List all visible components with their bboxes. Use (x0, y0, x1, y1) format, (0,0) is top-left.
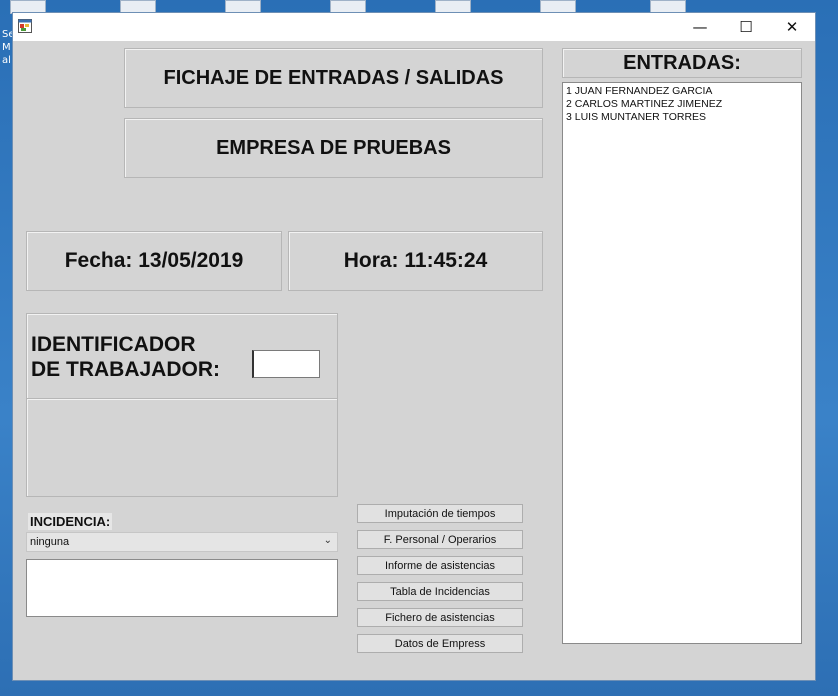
entries-header: ENTRADAS: (562, 48, 802, 78)
worker-id-label-line1: IDENTIFICADOR (31, 333, 196, 356)
worker-id-label: IDENTIFICADOR DE TRABAJADOR: (31, 332, 220, 382)
fichero-asistencias-button[interactable]: Fichero de asistencias (357, 608, 523, 627)
worker-id-input[interactable] (252, 350, 320, 378)
entries-list[interactable]: 1 JUAN FERNANDEZ GARCIA 2 CARLOS MARTINE… (562, 82, 802, 644)
title-bar[interactable]: — ☐ ✕ (13, 13, 815, 41)
close-button[interactable]: ✕ (769, 13, 815, 41)
list-item[interactable]: 3 LUIS MUNTANER TORRES (566, 111, 798, 124)
company-panel: EMPRESA DE PRUEBAS (124, 118, 543, 178)
chevron-down-icon[interactable]: ⌄ (324, 535, 332, 546)
time-panel: Hora: 11:45:24 (288, 231, 543, 291)
company-name: EMPRESA DE PRUEBAS (216, 136, 451, 159)
personal-operarios-button[interactable]: F. Personal / Operarios (357, 530, 523, 549)
incidence-select[interactable]: ninguna ⌄ (26, 532, 338, 552)
incidence-notes-textarea[interactable] (26, 559, 338, 617)
worker-info-panel (26, 398, 338, 497)
datos-empresa-button[interactable]: Datos de Empress (357, 634, 523, 653)
date-text: Fecha: 13/05/2019 (64, 249, 244, 272)
app-title-panel: FICHAJE DE ENTRADAS / SALIDAS (124, 48, 543, 108)
list-item[interactable]: 1 JUAN FERNANDEZ GARCIA (566, 85, 798, 98)
time-text: Hora: 11:45:24 (343, 249, 488, 272)
app-form-icon[interactable] (18, 19, 32, 33)
maximize-button[interactable]: ☐ (723, 13, 769, 41)
incidence-selected-value: ninguna (30, 536, 70, 548)
date-panel: Fecha: 13/05/2019 (26, 231, 282, 291)
incidence-label: INCIDENCIA: (28, 513, 113, 530)
worker-id-label-line2: DE TRABAJADOR: (31, 358, 220, 381)
worker-id-panel: IDENTIFICADOR DE TRABAJADOR: (26, 313, 338, 399)
minimize-button[interactable]: — (677, 13, 723, 41)
tabla-incidencias-button[interactable]: Tabla de Incidencias (357, 582, 523, 601)
app-title: FICHAJE DE ENTRADAS / SALIDAS (163, 66, 504, 89)
list-item[interactable]: 2 CARLOS MARTINEZ JIMENEZ (566, 98, 798, 111)
imputacion-tiempos-button[interactable]: Imputación de tiempos (357, 504, 523, 523)
main-window: — ☐ ✕ FICHAJE DE ENTRADAS / SALIDAS EMPR… (12, 12, 816, 681)
informe-asistencias-button[interactable]: Informe de asistencias (357, 556, 523, 575)
